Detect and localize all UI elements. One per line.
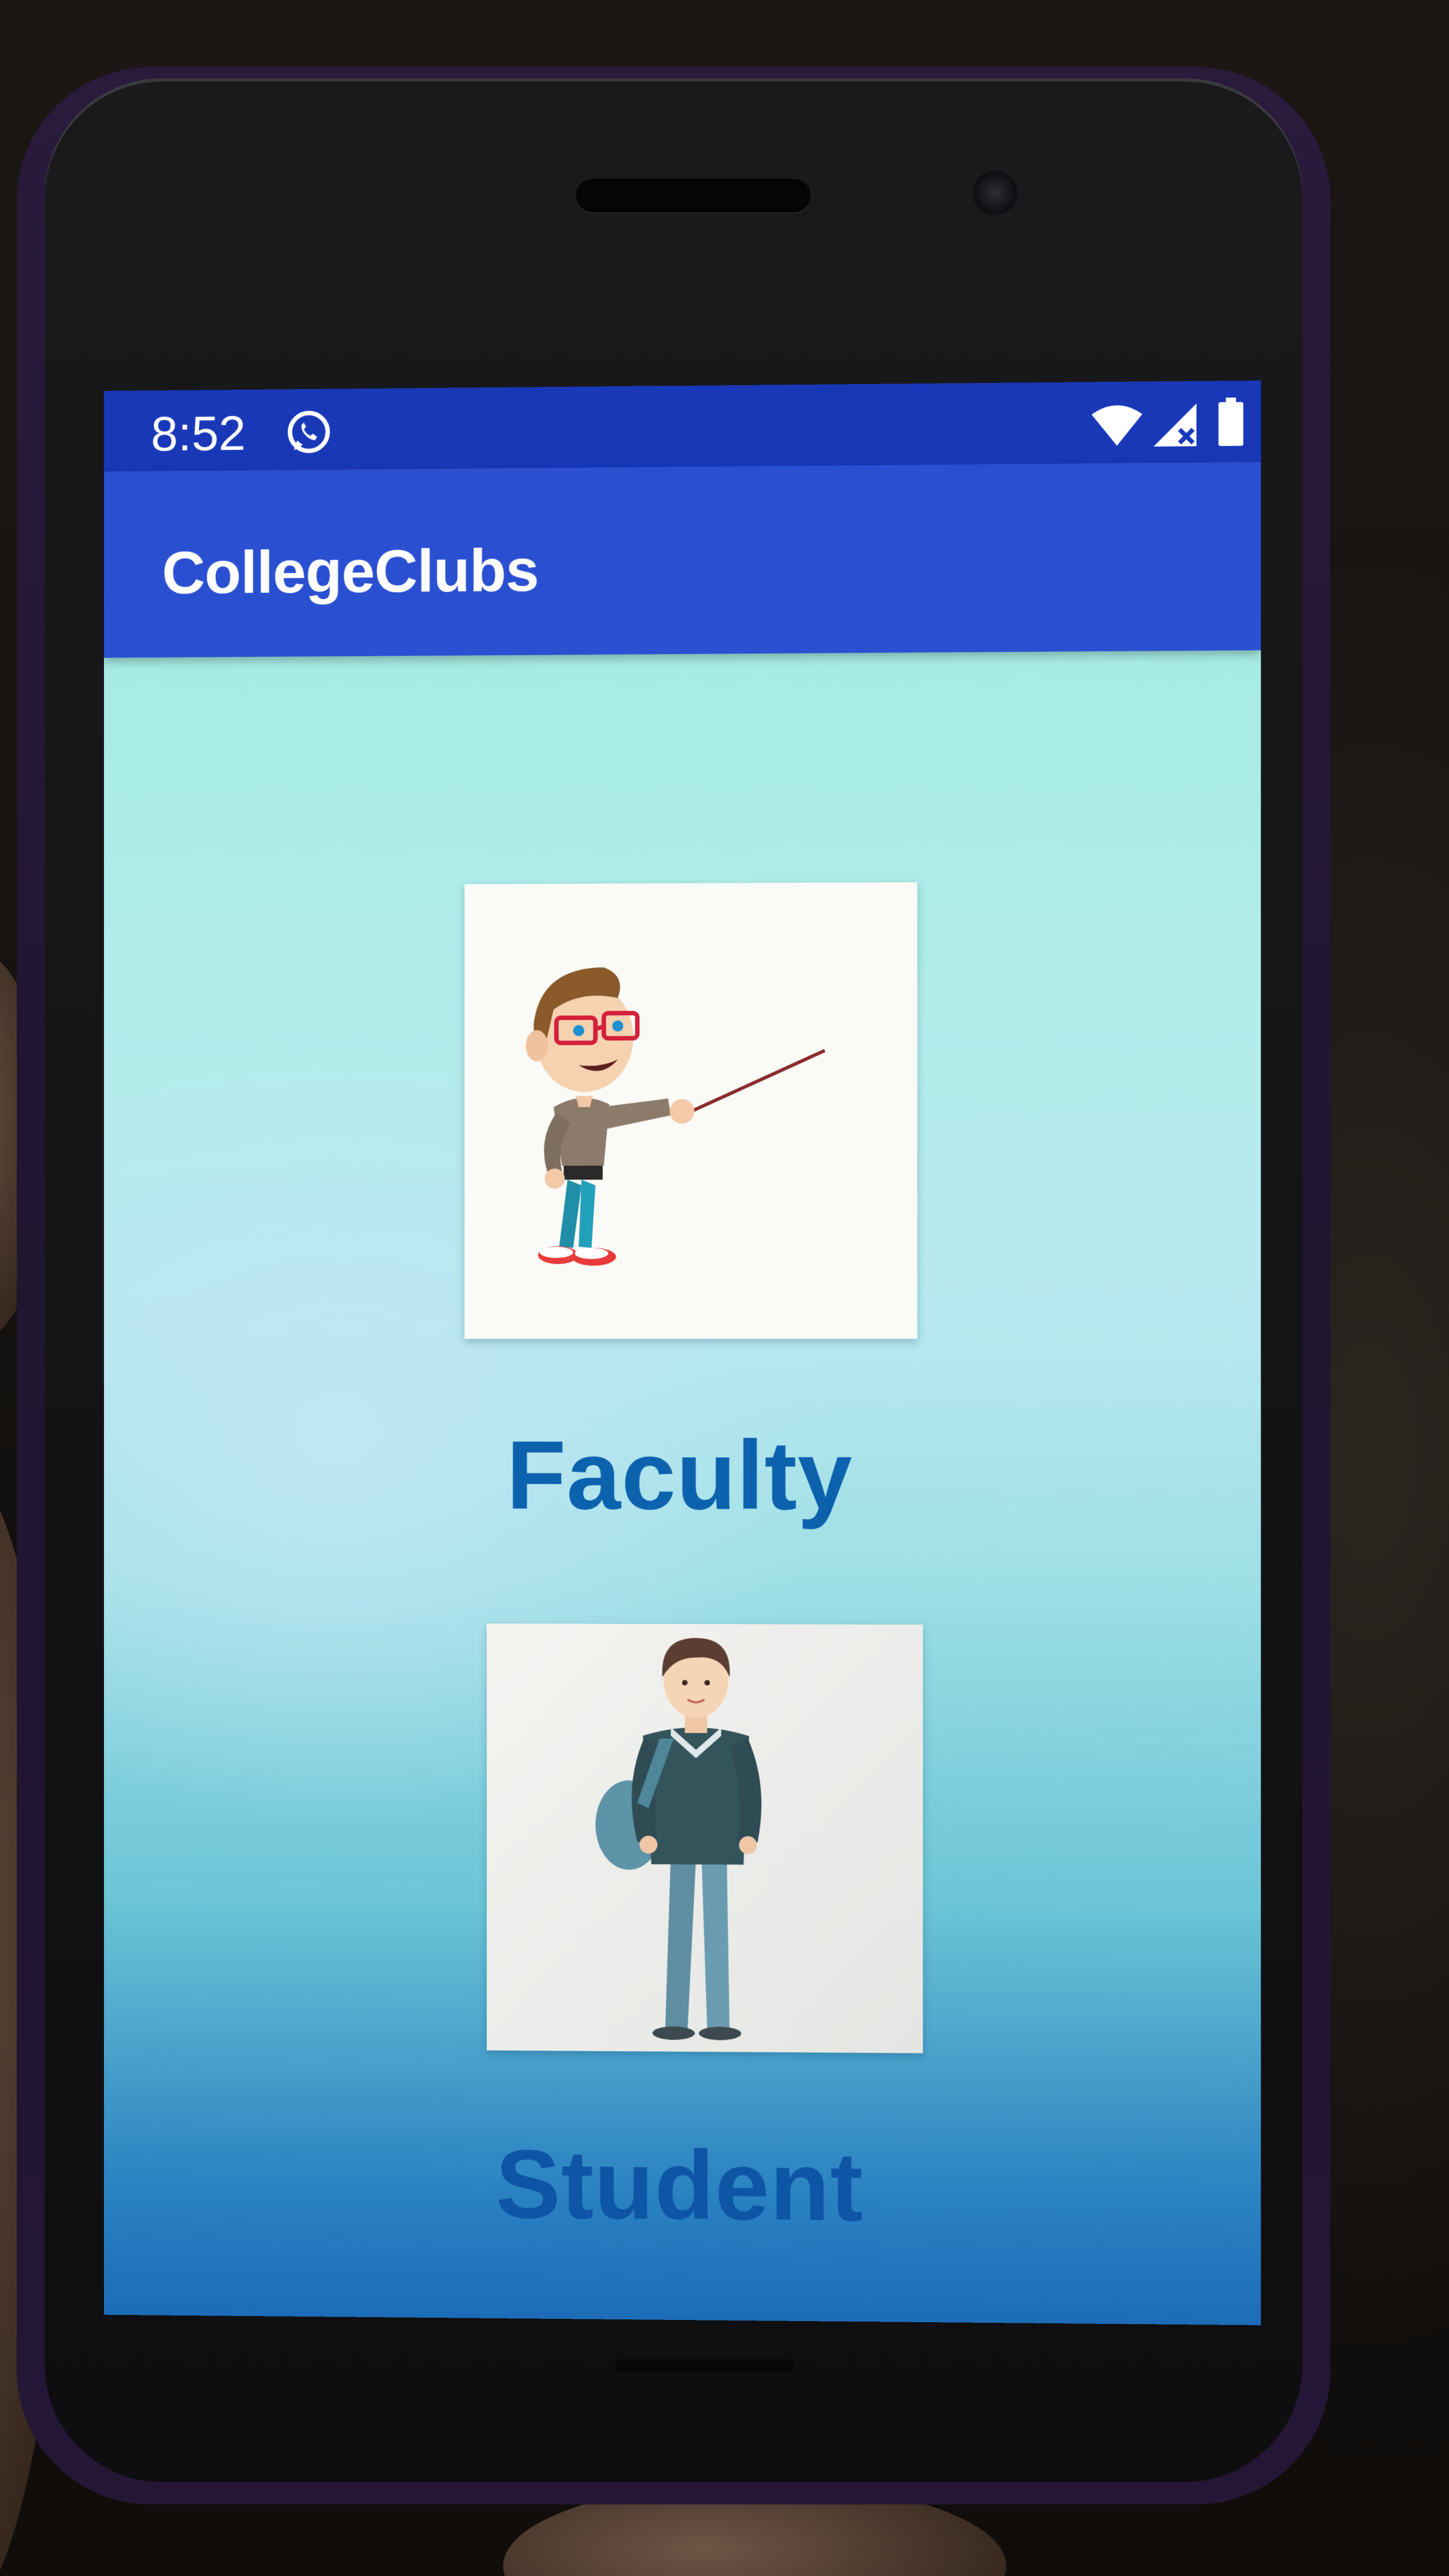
role-selection-content: Faculty Student [103, 650, 1261, 2326]
phone-body: 8:52 CollegeClubs Faculty Student [17, 67, 1330, 2504]
battery-icon [1218, 397, 1244, 446]
student-label[interactable]: Student [104, 2126, 1261, 2247]
signal-icon [1153, 403, 1197, 447]
teacher-illustration [525, 967, 917, 1266]
photo-scene: 8:52 CollegeClubs Faculty Student [0, 0, 1449, 2576]
phone-screen: 8:52 CollegeClubs Faculty Student [103, 380, 1261, 2326]
student-illustration [595, 1637, 762, 2040]
faculty-image-button[interactable] [464, 882, 917, 1339]
status-time: 8:52 [150, 405, 246, 461]
student-image-button[interactable] [486, 1623, 923, 2053]
earpiece-speaker [576, 179, 811, 212]
app-bar: CollegeClubs [103, 462, 1261, 658]
faculty-label[interactable]: Faculty [104, 1419, 1261, 1532]
wifi-icon [1091, 403, 1143, 446]
app-title: CollegeClubs [162, 536, 539, 607]
status-bar: 8:52 [103, 380, 1261, 472]
whatsapp-icon [284, 408, 334, 458]
front-camera [973, 171, 1017, 215]
bottom-speaker-slot [615, 2359, 794, 2371]
